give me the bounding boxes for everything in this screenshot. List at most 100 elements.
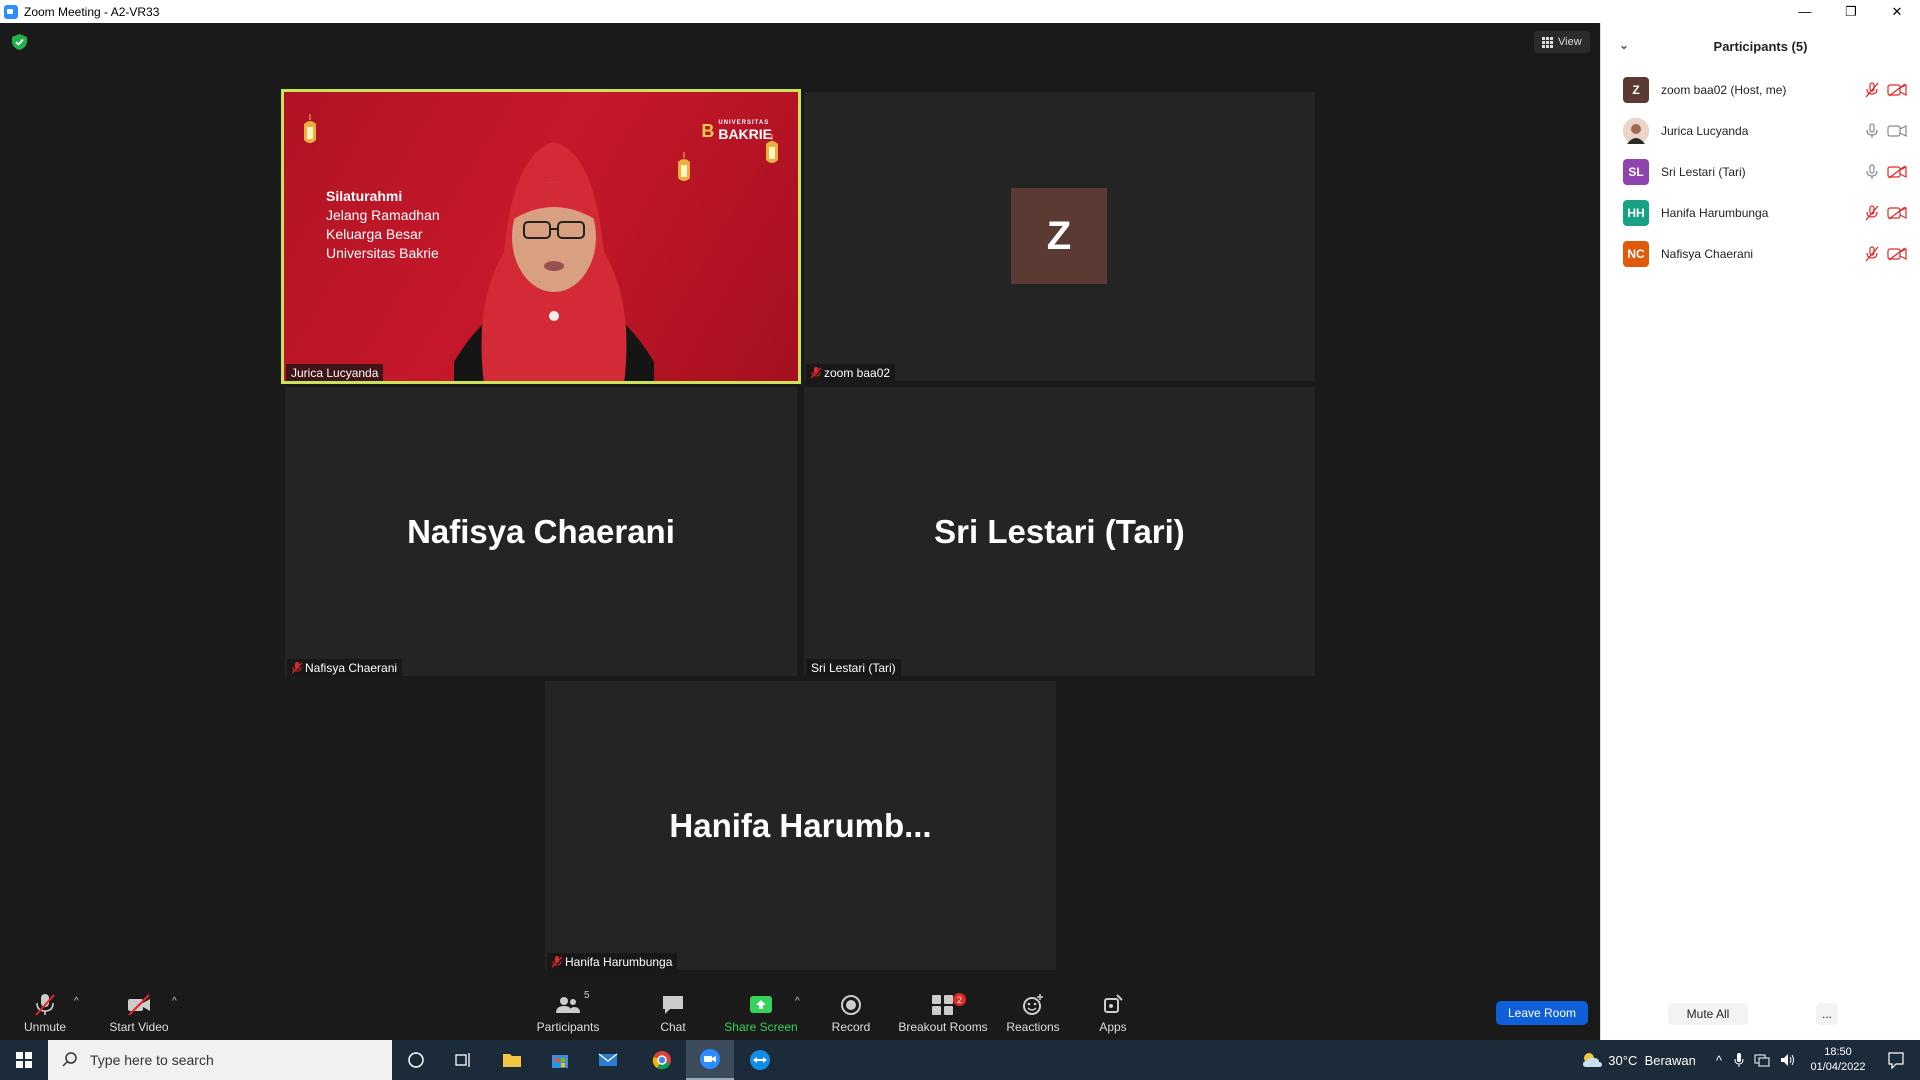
audio-options-caret[interactable]: ^	[74, 996, 79, 1007]
participant-display-name: Hanifa Harumb...	[669, 806, 932, 844]
mute-all-button[interactable]: Mute All	[1668, 1003, 1748, 1025]
video-tile-sri-lestari[interactable]: Sri Lestari (Tari) Sri Lestari (Tari)	[804, 387, 1315, 676]
windows-taskbar: Type here to search 30°C Berawan ^ 18:50…	[0, 1040, 1920, 1080]
video-off-icon[interactable]	[1887, 205, 1907, 220]
participants-icon	[556, 997, 580, 1013]
mic-muted-icon[interactable]	[1865, 81, 1879, 98]
apps-button[interactable]: Apps	[1068, 988, 1158, 1040]
windows-logo-icon	[16, 1052, 32, 1068]
store-button[interactable]	[536, 1040, 584, 1080]
chrome-button[interactable]	[638, 1040, 686, 1080]
participant-display-name: Sri Lestari (Tari)	[934, 512, 1185, 550]
chat-button[interactable]: Chat	[628, 988, 718, 1040]
video-tile-hanifa[interactable]: Hanifa Harumb... Hanifa Harumbunga	[545, 681, 1056, 970]
restore-button[interactable]: ❐	[1828, 0, 1874, 23]
mic-icon[interactable]	[1865, 163, 1879, 180]
participant-row[interactable]: Jurica Lucyanda	[1601, 110, 1920, 151]
chrome-icon	[652, 1051, 671, 1070]
tile-name-label: Hanifa Harumbunga	[547, 953, 678, 970]
avatar: NC	[1623, 240, 1649, 267]
task-view-button[interactable]	[440, 1040, 488, 1080]
minimize-button[interactable]: —	[1782, 0, 1828, 23]
participant-name: Nafisya Chaerani	[1661, 246, 1754, 261]
mail-button[interactable]	[584, 1040, 632, 1080]
participants-count: 5	[584, 990, 590, 1001]
reactions-button[interactable]: Reactions	[988, 988, 1078, 1040]
mic-muted-icon[interactable]	[1865, 245, 1879, 262]
tile-name-label: zoom baa02	[806, 364, 896, 381]
microphone-icon[interactable]	[1734, 1052, 1744, 1068]
taskbar-search-input[interactable]: Type here to search	[48, 1040, 392, 1080]
clock[interactable]: 18:50 01/04/2022	[1804, 1045, 1872, 1075]
window-title: Zoom Meeting - A2-VR33	[24, 4, 160, 19]
chat-icon	[663, 996, 683, 1014]
tile-name-label: Jurica Lucyanda	[286, 364, 384, 381]
start-button[interactable]	[0, 1040, 48, 1080]
avatar: SL	[1623, 158, 1649, 185]
view-button[interactable]: View	[1534, 31, 1590, 53]
banner-text: Silaturahmi Jelang Ramadhan Keluarga Bes…	[326, 188, 440, 261]
participant-name: Jurica Lucyanda	[1661, 123, 1749, 138]
zoom-taskbar-button[interactable]	[686, 1040, 734, 1080]
profile-photo-icon	[1623, 117, 1649, 144]
zoom-icon	[700, 1049, 720, 1069]
folder-icon	[503, 1054, 521, 1067]
cortana-icon	[408, 1052, 424, 1068]
start-video-button[interactable]: Start Video	[94, 988, 184, 1040]
participant-row[interactable]: HH Hanifa Harumbunga	[1601, 192, 1920, 233]
grid-view-icon	[1542, 36, 1553, 48]
video-off-icon[interactable]	[1887, 164, 1907, 179]
chevron-down-icon[interactable]: ⌄	[1619, 38, 1629, 52]
participant-row[interactable]: NC Nafisya Chaerani	[1601, 233, 1920, 274]
mic-icon[interactable]	[1865, 122, 1879, 139]
video-off-icon	[128, 994, 150, 1016]
mail-icon	[598, 1053, 618, 1066]
teamviewer-button[interactable]	[736, 1040, 784, 1080]
video-tile-nafisya[interactable]: Nafisya Chaerani Nafisya Chaerani	[285, 387, 797, 676]
participant-row[interactable]: Z zoom baa02 (Host, me)	[1601, 69, 1920, 110]
mic-muted-icon	[35, 994, 55, 1016]
weather-text[interactable]: 30°C Berawan	[1608, 1053, 1696, 1068]
participant-name: zoom baa02 (Host, me)	[1661, 82, 1787, 97]
chevron-up-icon[interactable]: ^	[1716, 1053, 1722, 1068]
record-button[interactable]: Record	[806, 988, 896, 1040]
view-label: View	[1558, 36, 1582, 48]
video-off-icon[interactable]	[1887, 82, 1907, 97]
share-screen-button[interactable]: Share Screen	[716, 988, 806, 1040]
mic-muted-icon[interactable]	[1865, 204, 1879, 221]
video-options-caret[interactable]: ^	[172, 996, 177, 1007]
leave-room-button[interactable]: Leave Room	[1496, 1001, 1588, 1025]
breakout-rooms-button[interactable]: Breakout Rooms	[898, 988, 988, 1040]
avatar: Z	[1011, 188, 1107, 284]
file-explorer-button[interactable]	[488, 1040, 536, 1080]
universitas-bakrie-logo: B UNIVERSITAS BAKRIE	[701, 120, 772, 142]
apps-icon	[1104, 994, 1123, 1013]
volume-icon[interactable]	[1780, 1053, 1796, 1067]
store-icon	[552, 1055, 568, 1068]
teamviewer-icon	[750, 1050, 770, 1070]
participant-row[interactable]: SL Sri Lestari (Tari)	[1601, 151, 1920, 192]
tile-name-label: Sri Lestari (Tari)	[806, 659, 901, 676]
share-options-caret[interactable]: ^	[795, 996, 800, 1007]
participant-name: Hanifa Harumbunga	[1661, 205, 1769, 220]
close-button[interactable]: ✕	[1874, 0, 1920, 23]
participants-panel-header: ⌄ Participants (5)	[1601, 23, 1920, 69]
network-icon[interactable]	[1754, 1053, 1770, 1067]
mic-muted-icon	[811, 366, 821, 378]
more-options-button[interactable]: ...	[1816, 1003, 1838, 1025]
reactions-icon	[1023, 994, 1043, 1015]
video-icon[interactable]	[1887, 124, 1907, 138]
encryption-shield-icon[interactable]	[12, 34, 27, 50]
title-bar: Zoom Meeting - A2-VR33 — ❐ ✕	[0, 0, 1920, 23]
video-tile-zoom-baa02[interactable]: Z zoom baa02	[804, 92, 1315, 381]
task-view-icon	[455, 1053, 470, 1067]
notification-icon[interactable]	[1872, 1040, 1920, 1080]
weather-cloudy-icon[interactable]	[1580, 1050, 1604, 1070]
video-tile-jurica[interactable]: B UNIVERSITAS BAKRIE Silaturahmi Jelang R…	[281, 89, 801, 384]
participants-panel-title: Participants (5)	[1713, 38, 1808, 54]
share-screen-icon	[750, 996, 772, 1013]
participants-button[interactable]: Participants	[523, 988, 613, 1040]
record-icon	[841, 995, 861, 1015]
task-view-cortana-button[interactable]	[392, 1040, 440, 1080]
video-off-icon[interactable]	[1887, 246, 1907, 261]
